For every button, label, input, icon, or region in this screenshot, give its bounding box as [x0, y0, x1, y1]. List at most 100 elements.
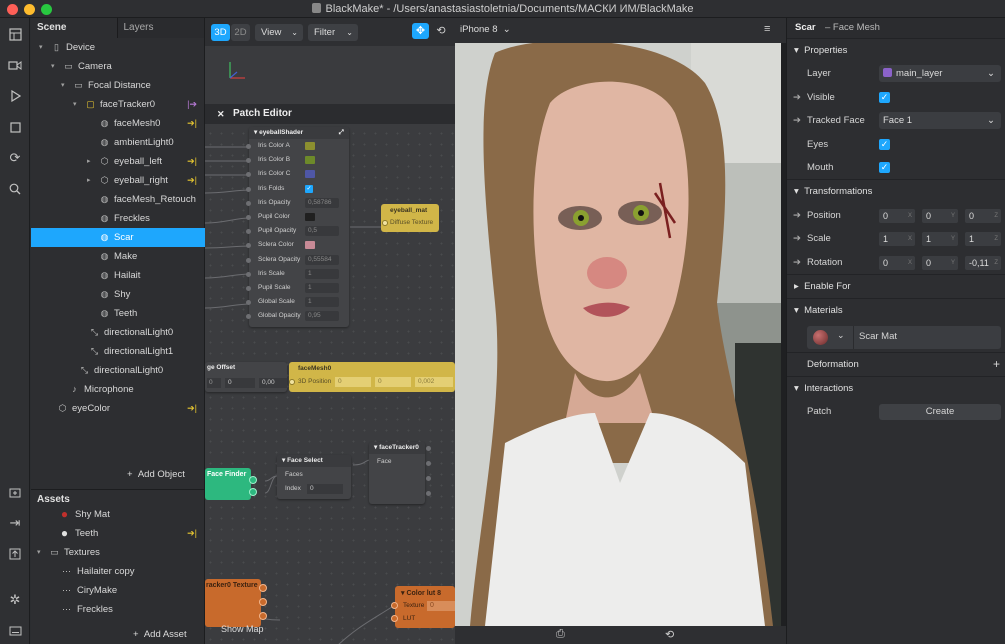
shader-port-value[interactable]: 0,95 — [305, 311, 339, 322]
rotate-device-icon[interactable]: ⟲ — [665, 628, 674, 641]
scene-item[interactable]: ⤡ directionalLight0 — [31, 361, 205, 380]
transformations-section[interactable]: ▾ Transformations — [787, 180, 1005, 203]
scene-item[interactable]: ◍ Shy — [31, 285, 205, 304]
materials-section[interactable]: ▾ Materials — [787, 299, 1005, 322]
shader-port-value[interactable]: 1 — [305, 297, 339, 308]
shader-port[interactable]: Pupil Color — [246, 210, 349, 224]
port-dot[interactable] — [259, 584, 267, 592]
shader-port[interactable]: Sclera Color — [246, 238, 349, 252]
scene-item[interactable]: ◍ Hailait — [31, 266, 205, 285]
chevron-right-icon[interactable]: ▸ — [87, 171, 91, 190]
face-finder-node[interactable]: Face Finder — [205, 468, 251, 500]
port-dot[interactable] — [246, 215, 251, 220]
scene-item[interactable]: ◍ ambientLight0 — [31, 133, 205, 152]
visible-checkbox[interactable]: ✓ — [879, 92, 890, 103]
material-selector[interactable]: ⌄ Scar Mat — [807, 326, 1001, 349]
scene-item[interactable]: ◍ Freckles — [31, 209, 205, 228]
color-swatch[interactable] — [305, 213, 315, 221]
shader-port[interactable]: Pupil Scale 1 — [246, 281, 349, 295]
position-z-field[interactable]: 0,002 — [415, 377, 453, 387]
port-dot[interactable] — [246, 229, 251, 235]
shader-port[interactable]: Iris Color B — [246, 153, 349, 167]
port-dot[interactable] — [259, 598, 267, 606]
keyframe-arrow-icon[interactable]: ➔ — [793, 227, 801, 250]
scene-item[interactable]: ▾ ▯ Device — [31, 38, 205, 57]
asset-item[interactable]: ● Teeth ➔| — [31, 524, 205, 543]
video-camera-icon[interactable] — [7, 57, 23, 73]
shader-port[interactable]: Pupil Opacity 0,5 — [246, 224, 349, 238]
shader-port[interactable]: Iris Folds ✓ — [246, 182, 349, 196]
port-dot[interactable] — [426, 461, 431, 466]
scene-item[interactable]: ◍ faceMesh_Retouch — [31, 190, 205, 209]
create-button[interactable]: Create — [879, 404, 1001, 420]
keyframe-arrow-icon[interactable]: ➔ — [793, 204, 801, 227]
port-dot[interactable] — [246, 200, 251, 206]
position-y-input[interactable]: 0Y — [922, 209, 958, 223]
play-icon[interactable] — [7, 88, 23, 104]
upload-icon[interactable] — [7, 546, 23, 562]
position-x-field[interactable]: 0 — [335, 377, 371, 387]
scene-item[interactable]: ⤡ directionalLight0 — [31, 323, 205, 342]
add-icon[interactable]: + — [993, 353, 1000, 376]
scale-y-input[interactable]: 1Y — [922, 232, 958, 246]
chevron-down-icon[interactable]: ▾ — [51, 57, 55, 76]
scale-z-input[interactable]: 1Z — [965, 232, 1001, 246]
shader-port[interactable]: Global Scale 1 — [246, 295, 349, 309]
rotation-z-input[interactable]: -0,11 Z — [965, 256, 1001, 270]
shader-port[interactable]: Global Opacity 0,95 — [246, 309, 349, 323]
chevron-down-icon[interactable]: ▾ — [73, 95, 77, 114]
port-dot[interactable] — [246, 158, 251, 164]
screenshot-icon[interactable]: ⎙ — [556, 628, 565, 641]
color-swatch[interactable] — [305, 170, 315, 179]
scene-item[interactable]: ◍ faceMesh0 ➔| — [31, 114, 205, 133]
port-dot[interactable] — [246, 243, 251, 249]
refresh-icon[interactable]: ⟳ — [7, 150, 23, 166]
stop-icon[interactable] — [7, 119, 23, 135]
offset-value-2[interactable]: 0 — [225, 378, 255, 388]
texture-field[interactable]: 0 — [427, 601, 455, 611]
port-dot[interactable] — [246, 144, 251, 149]
offset-value-1[interactable]: 0 — [207, 378, 221, 388]
port-dot[interactable] — [426, 476, 431, 481]
scene-item[interactable]: ◍ Teeth — [31, 304, 205, 323]
port-dot[interactable] — [246, 314, 251, 320]
scene-item[interactable]: ◍ Make — [31, 247, 205, 266]
shader-port-value[interactable]: 0,58786 — [305, 197, 339, 208]
shader-port[interactable]: Iris Opacity 0,58786 — [246, 196, 349, 210]
tracker-texture-node[interactable]: racker0 Texture — [205, 579, 261, 627]
asset-item[interactable]: ● Shy Mat — [31, 505, 205, 524]
port-dot[interactable] — [289, 379, 295, 385]
chevron-down-icon[interactable]: ▾ — [39, 38, 43, 57]
scene-item[interactable]: ▸ ⬡ eyeball_right ➔| — [31, 171, 205, 190]
menu-icon[interactable]: ≡ — [764, 23, 770, 35]
color-swatch[interactable] — [305, 142, 315, 150]
shader-port-value[interactable]: 0,5 — [305, 226, 339, 237]
shader-port[interactable]: Iris Scale 1 — [246, 267, 349, 281]
expand-icon[interactable]: ⤢ — [339, 127, 344, 139]
bug-icon[interactable]: ✲ — [7, 592, 23, 608]
tracked-face-dropdown[interactable]: Face 1 ⌄ — [879, 112, 1001, 129]
port-dot[interactable] — [426, 491, 431, 496]
port-dot[interactable] — [246, 257, 251, 263]
scale-x-input[interactable]: 1X — [879, 232, 915, 246]
asset-item[interactable]: ⋯ CiryMake — [31, 581, 205, 600]
add-object-button[interactable]: + Add Object — [127, 469, 185, 480]
port-dot[interactable] — [249, 488, 257, 496]
scene-item[interactable]: ▸ ⬡ eyeball_left ➔| — [31, 152, 205, 171]
offset-node[interactable]: ge Offset 0 0 0,00 — [205, 362, 287, 392]
rotation-y-input[interactable]: 0Y — [922, 256, 958, 270]
port-dot[interactable] — [382, 220, 388, 226]
asset-item[interactable]: ⋯ Freckles — [31, 600, 205, 619]
deformation-section[interactable]: Deformation + — [787, 353, 1005, 376]
position-y-field[interactable]: 0 — [375, 377, 411, 387]
import-icon[interactable] — [7, 484, 23, 500]
port-dot[interactable] — [259, 612, 267, 620]
index-field[interactable]: 0 — [307, 484, 343, 494]
eyes-checkbox[interactable]: ✓ — [879, 139, 890, 150]
keyframe-arrow-icon[interactable]: ➔ — [793, 109, 801, 132]
scene-item[interactable]: ⬡ eyeColor ➔| — [31, 399, 205, 418]
tab-scene[interactable]: Scene — [31, 18, 117, 38]
port-dot[interactable] — [246, 186, 251, 192]
show-map-button[interactable]: Show Map — [221, 624, 264, 634]
add-asset-button[interactable]: + Add Asset — [133, 629, 187, 640]
